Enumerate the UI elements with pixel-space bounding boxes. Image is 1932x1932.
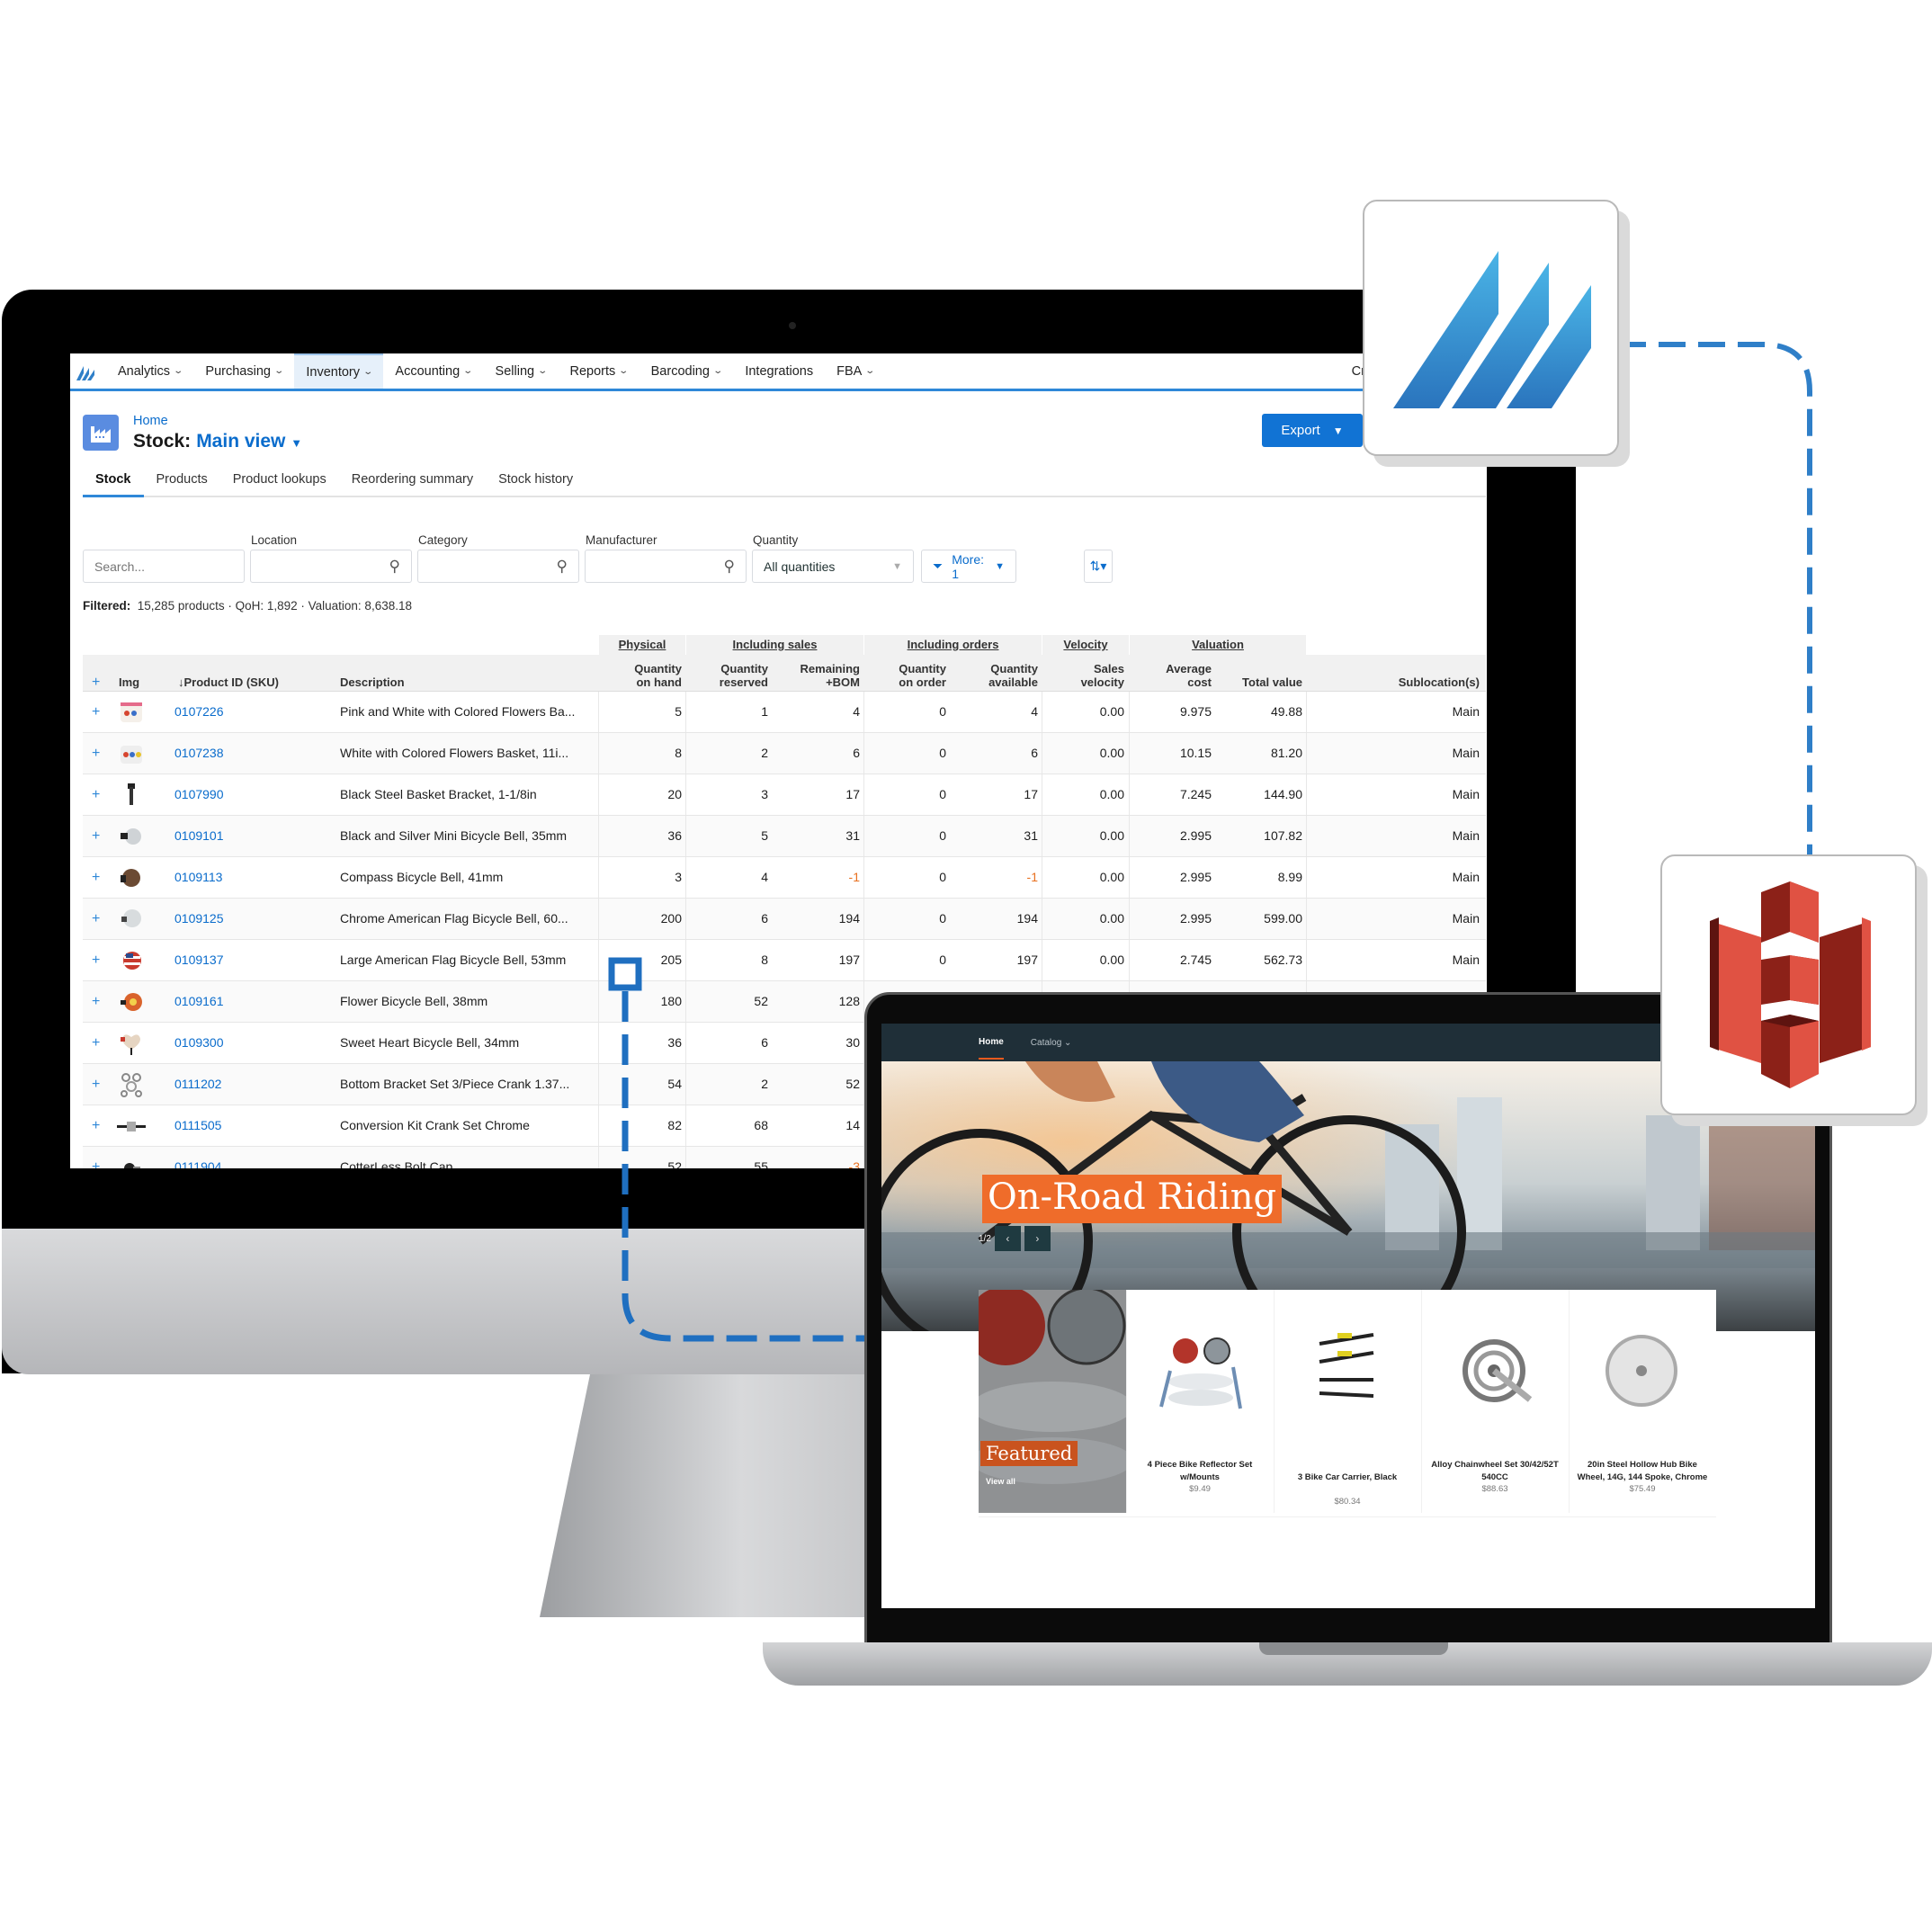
product-price: $75.49 [1629,1484,1656,1494]
product-price: $88.63 [1481,1484,1508,1494]
hero-title[interactable]: On-Road Riding [982,1175,1283,1223]
product-price: $80.34 [1334,1497,1361,1507]
featured-products: Featured View all 4 Piece Bike Reflector… [979,1290,1716,1608]
next-slide-button[interactable]: › [1024,1226,1051,1251]
shop-nav-home[interactable]: Home [979,1025,1004,1060]
product-card[interactable]: Alloy Chainwheel Set 30/42/52T 540CC $88.… [1421,1290,1568,1513]
shop-nav-catalog[interactable]: Catalog ⌄ [1031,1038,1072,1048]
product-row-2 [979,1516,1716,1608]
view-all-link[interactable]: View all [986,1477,1015,1486]
product-name: 4 Piece Bike Reflector Set w/Mounts [1147,1460,1253,1482]
chevron-down-icon: ⌄ [1064,1037,1072,1048]
slide-counter: 1/2 [979,1233,991,1244]
prev-slide-button[interactable]: ‹ [994,1226,1021,1251]
connector-node [608,957,642,991]
product-card[interactable]: 20in Steel Hollow Hub Bike Wheel, 14G, 1… [1569,1290,1715,1513]
sos-inventory-tile [1363,200,1619,456]
amazon-s3-tile [1660,854,1917,1115]
product-price: $9.49 [1189,1484,1211,1494]
product-card[interactable]: 4 Piece Bike Reflector Set w/Mounts $9.49 [1126,1290,1273,1513]
featured-tile[interactable]: Featured View all [979,1290,1126,1513]
laptop-notch [1259,1642,1448,1655]
product-image [1449,1326,1543,1420]
featured-label: Featured [980,1441,1078,1466]
product-name: 20in Steel Hollow Hub Bike Wheel, 14G, 1… [1577,1460,1708,1482]
product-image [1154,1326,1248,1420]
sos-inventory-logo-icon [1393,251,1591,408]
product-image [1597,1326,1691,1420]
product-name: 3 Bike Car Carrier, Black [1297,1472,1398,1482]
amazon-s3-logo-icon [1710,881,1871,1088]
product-card[interactable]: 3 Bike Car Carrier, Black $80.34 [1274,1290,1420,1513]
product-image [1301,1326,1396,1420]
slider-controls: 1/2 ‹ › [979,1226,1051,1251]
product-name: Alloy Chainwheel Set 30/42/52T 540CC [1431,1460,1559,1482]
